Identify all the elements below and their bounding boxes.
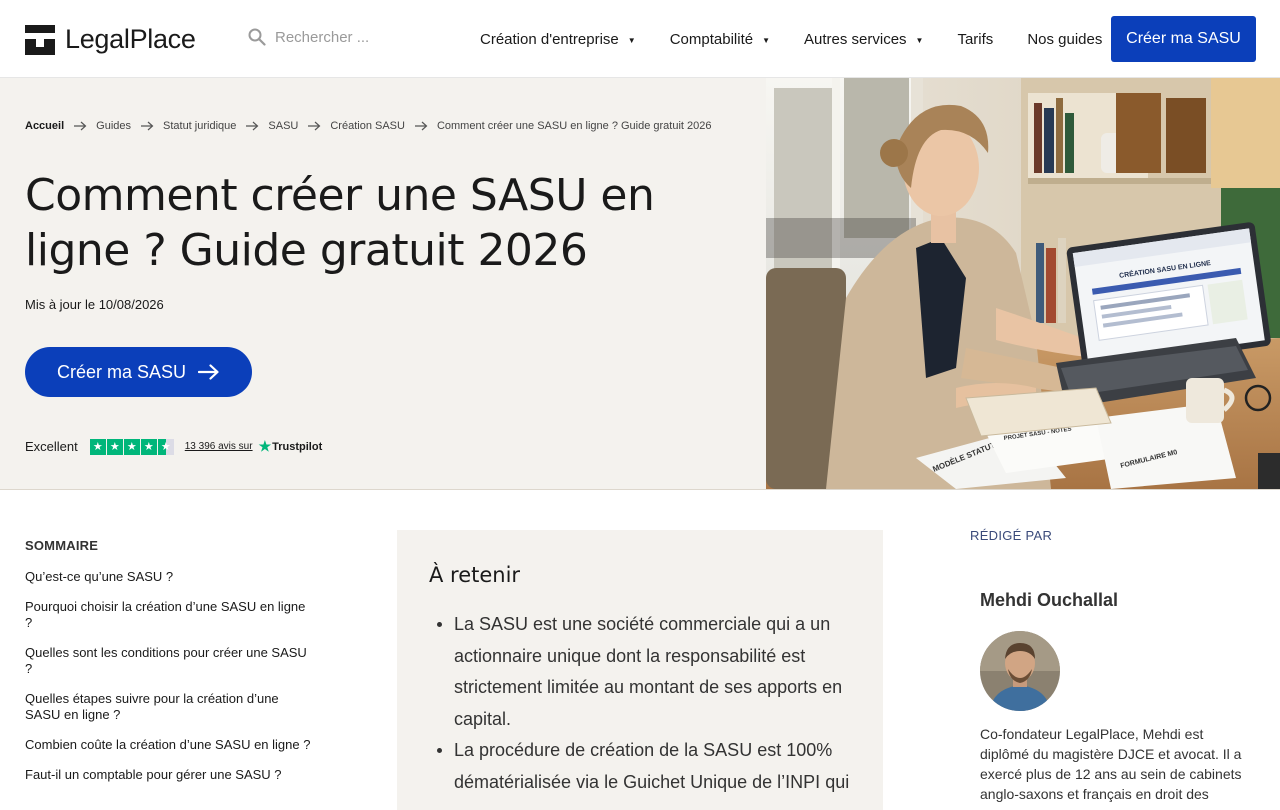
toc-link[interactable]: Quelles sont les conditions pour créer u… [25, 645, 315, 677]
nav-label: Tarifs [957, 30, 994, 48]
caret-down-icon: ▼ [762, 35, 770, 45]
rating-label: Excellent [25, 439, 78, 454]
page-title: Comment créer une SASU en ligne ? Guide … [25, 170, 655, 276]
breadcrumb-home-link[interactable]: Accueil [25, 120, 64, 132]
author-photo-image [980, 631, 1060, 711]
key-takeaways-box: À retenir La SASU est une société commer… [397, 530, 883, 810]
trustpilot-logo[interactable]: ★ Trustpilot [259, 438, 323, 455]
search-box [248, 28, 415, 46]
trustpilot-rating: Excellent ★ ★ ★ ★ ★ 13 396 avis sur ★ Tr… [25, 438, 322, 455]
main-nav: Création d'entreprise ▼ Comptabilité ▼ A… [480, 0, 1153, 78]
nav-comptabilite[interactable]: Comptabilité ▼ [670, 31, 770, 48]
nav-label: Création d'entreprise [480, 30, 619, 48]
arrow-right-icon [74, 121, 87, 131]
breadcrumb-link[interactable]: SASU [268, 120, 298, 132]
nav-label: Autres services [804, 30, 907, 48]
woman-at-laptop-image: CRÉATION SASU EN LIGNE MODÈLE STATUTS PR… [766, 78, 1280, 489]
toc-link[interactable]: Pourquoi choisir la création d’une SASU … [25, 599, 315, 631]
star-icon: ★ [123, 438, 140, 455]
caret-down-icon: ▼ [627, 35, 636, 45]
site-header: LegalPlace Création d'entreprise ▼ Compt… [0, 0, 1280, 78]
breadcrumb-link[interactable]: Statut juridique [163, 120, 236, 132]
toc-link[interactable]: Faut-il un comptable pour gérer une SASU… [25, 767, 315, 783]
arrow-right-icon [414, 121, 428, 131]
star-icon: ★ [140, 438, 157, 455]
nav-tarifs[interactable]: Tarifs [957, 31, 993, 48]
create-sasu-header-button[interactable]: Créer ma SASU [1111, 16, 1256, 62]
logo[interactable]: LegalPlace [25, 24, 196, 55]
toc-link[interactable]: Qu’est-ce qu’une SASU ? [25, 569, 315, 585]
key-takeaway-item: La procédure de création de la SASU est … [437, 735, 851, 798]
arrow-right-icon [198, 364, 219, 380]
search-icon[interactable] [248, 28, 266, 46]
hero-section: Accueil Guides Statut juridique SASU Cré… [0, 78, 1280, 490]
table-of-contents: SOMMAIRE Qu’est-ce qu’une SASU ? Pourquo… [25, 538, 315, 797]
nav-nos-guides[interactable]: Nos guides ▼ [1027, 31, 1119, 48]
caret-down-icon: ▼ [915, 35, 924, 45]
breadcrumb-current: Comment créer une SASU en ligne ? Guide … [436, 120, 712, 132]
rating-stars: ★ ★ ★ ★ ★ [89, 438, 175, 455]
arrow-right-icon [308, 121, 321, 131]
nav-autres-services[interactable]: Autres services ▼ [804, 31, 923, 48]
author-panel: RÉDIGÉ PAR Mehdi Ouchallal Co-fondateur … [970, 528, 1260, 804]
nav-label: Nos guides [1027, 30, 1103, 48]
toc-title: SOMMAIRE [25, 538, 99, 553]
author-avatar [980, 631, 1060, 711]
toc-link[interactable]: Combien coûte la création d’une SASU en … [25, 737, 315, 753]
nav-creation-entreprise[interactable]: Création d'entreprise ▼ [480, 31, 636, 48]
trustpilot-star-icon: ★ [258, 438, 272, 454]
arrow-right-icon [246, 121, 259, 131]
key-takeaways-list: La SASU est une société commerciale qui … [429, 609, 851, 798]
breadcrumb-link[interactable]: Création SASU [330, 120, 405, 132]
key-takeaway-item: La SASU est une société commerciale qui … [437, 609, 851, 735]
key-takeaways-title: À retenir [429, 563, 521, 587]
written-by-label: RÉDIGÉ PAR [970, 528, 1053, 543]
arrow-right-icon [141, 121, 154, 131]
hero-photo: CRÉATION SASU EN LIGNE MODÈLE STATUTS PR… [766, 78, 1280, 489]
logo-mark-icon [25, 24, 55, 55]
nav-label: Comptabilité [669, 30, 754, 48]
author-name[interactable]: Mehdi Ouchallal [980, 590, 1260, 611]
half-star-icon: ★ [157, 438, 174, 455]
reviews-link[interactable]: 13 396 avis sur [185, 441, 253, 452]
toc-link[interactable]: Quelles étapes suivre pour la création d… [25, 691, 315, 723]
create-sasu-hero-button[interactable]: Créer ma SASU [25, 347, 252, 397]
star-icon: ★ [106, 438, 123, 455]
author-bio: Co-fondateur LegalPlace, Mehdi est diplô… [980, 726, 1242, 802]
trustpilot-brand: Trustpilot [272, 440, 323, 453]
logo-text: LegalPlace [65, 24, 196, 54]
create-sasu-hero-label: Créer ma SASU [56, 361, 187, 382]
breadcrumb-link[interactable]: Guides [96, 120, 131, 132]
updated-date: Mis à jour le 10/08/2026 [25, 297, 164, 312]
search-input[interactable] [275, 28, 415, 46]
breadcrumb: Accueil Guides Statut juridique SASU Cré… [25, 120, 712, 132]
star-icon: ★ [89, 438, 106, 455]
